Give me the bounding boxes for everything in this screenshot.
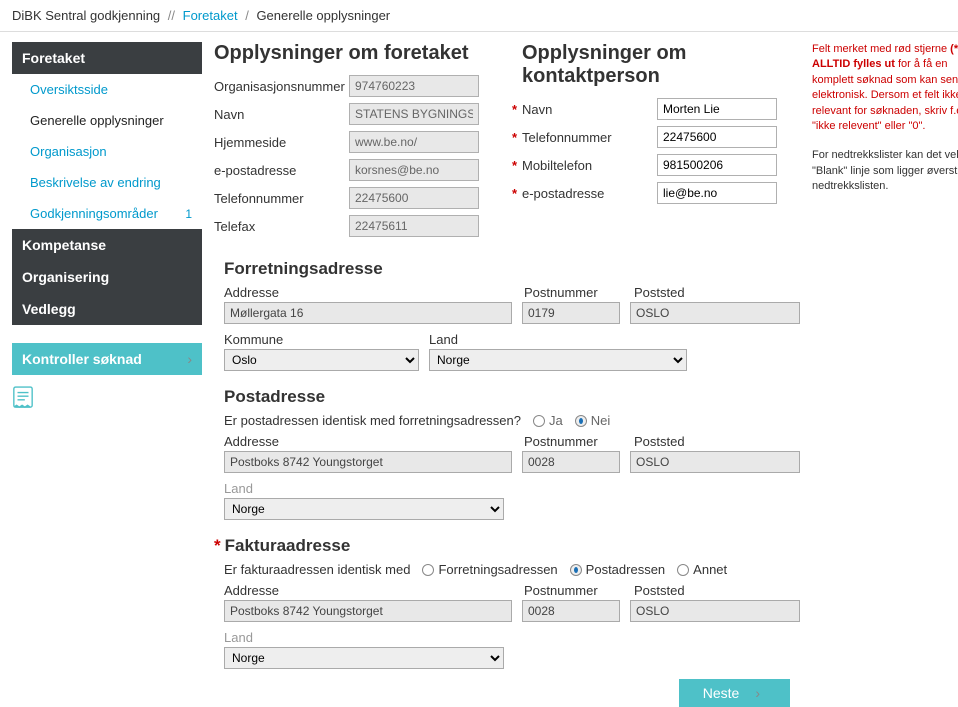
sidebar-head-kompetanse[interactable]: Kompetanse xyxy=(12,229,202,261)
faktura-forret-radio[interactable]: Forretningsadressen xyxy=(422,562,557,577)
contact-navn-input[interactable] xyxy=(657,98,777,120)
breadcrumb: DiBK Sentral godkjenning // Foretaket / … xyxy=(0,0,958,32)
telefax-input xyxy=(349,215,479,237)
contact-mob-input[interactable] xyxy=(657,154,777,176)
forret-land-select[interactable]: Norge xyxy=(429,349,687,371)
forret-sted-input xyxy=(630,302,800,324)
post-title: Postadresse xyxy=(224,387,800,407)
hjemmeside-input xyxy=(349,131,479,153)
sidebar-item-beskrivelse[interactable]: Beskrivelse av endring xyxy=(12,167,202,198)
faktura-land-select[interactable]: Norge xyxy=(224,647,504,669)
post-postnr-input xyxy=(522,451,620,473)
company-title: Opplysninger om foretaket xyxy=(214,42,494,65)
breadcrumb-root: DiBK Sentral godkjenning xyxy=(12,8,160,23)
orgnr-input xyxy=(349,75,479,97)
faktura-sted-input xyxy=(630,600,800,622)
forret-addr-input xyxy=(224,302,512,324)
faktura-title: *Fakturaadresse xyxy=(224,536,800,556)
sidebar-head-foretaket[interactable]: Foretaket xyxy=(12,42,202,74)
sidebar-item-oversikt[interactable]: Oversiktsside xyxy=(12,74,202,105)
neste-button[interactable]: Neste › xyxy=(679,679,790,707)
breadcrumb-current: Generelle opplysninger xyxy=(256,8,390,23)
receipt-icon[interactable] xyxy=(12,385,34,411)
sidebar-head-vedlegg[interactable]: Vedlegg xyxy=(12,293,202,325)
forret-kommune-select[interactable]: Oslo xyxy=(224,349,419,371)
sidebar-item-organisasjon[interactable]: Organisasjon xyxy=(12,136,202,167)
faktura-addr-input xyxy=(224,600,512,622)
forret-postnr-input xyxy=(522,302,620,324)
sidebar-item-godkjenning[interactable]: Godkjenningsområder 1 xyxy=(12,198,202,229)
contact-tlf-input[interactable] xyxy=(657,126,777,148)
post-sted-input xyxy=(630,451,800,473)
forret-title: Forretningsadresse xyxy=(224,259,800,279)
kontroller-soknad-button[interactable]: Kontroller søknad › xyxy=(12,343,202,375)
sidebar-item-generelle[interactable]: Generelle opplysninger xyxy=(12,105,202,136)
chevron-right-icon: › xyxy=(755,685,760,701)
company-tlf-input xyxy=(349,187,479,209)
breadcrumb-foretaket[interactable]: Foretaket xyxy=(183,8,238,23)
post-nei-radio[interactable]: Nei xyxy=(575,413,611,428)
sidebar-head-organisering[interactable]: Organisering xyxy=(12,261,202,293)
faktura-postnr-input xyxy=(522,600,620,622)
sidebar-badge: 1 xyxy=(185,207,192,221)
contact-title: Opplysninger om kontaktperson xyxy=(522,42,800,88)
chevron-right-icon: › xyxy=(187,351,192,367)
contact-epost-input[interactable] xyxy=(657,182,777,204)
post-addr-input xyxy=(224,451,512,473)
company-navn-input xyxy=(349,103,479,125)
company-epost-input xyxy=(349,159,479,181)
post-land-select[interactable]: Norge xyxy=(224,498,504,520)
faktura-post-radio[interactable]: Postadressen xyxy=(570,562,666,577)
help-text-1: Felt merket med rød stjerne (*) må ALLTI… xyxy=(812,42,958,134)
post-ja-radio[interactable]: Ja xyxy=(533,413,563,428)
help-text-2: For nedtrekkslister kan det velges "Blan… xyxy=(812,148,958,194)
faktura-annet-radio[interactable]: Annet xyxy=(677,562,727,577)
